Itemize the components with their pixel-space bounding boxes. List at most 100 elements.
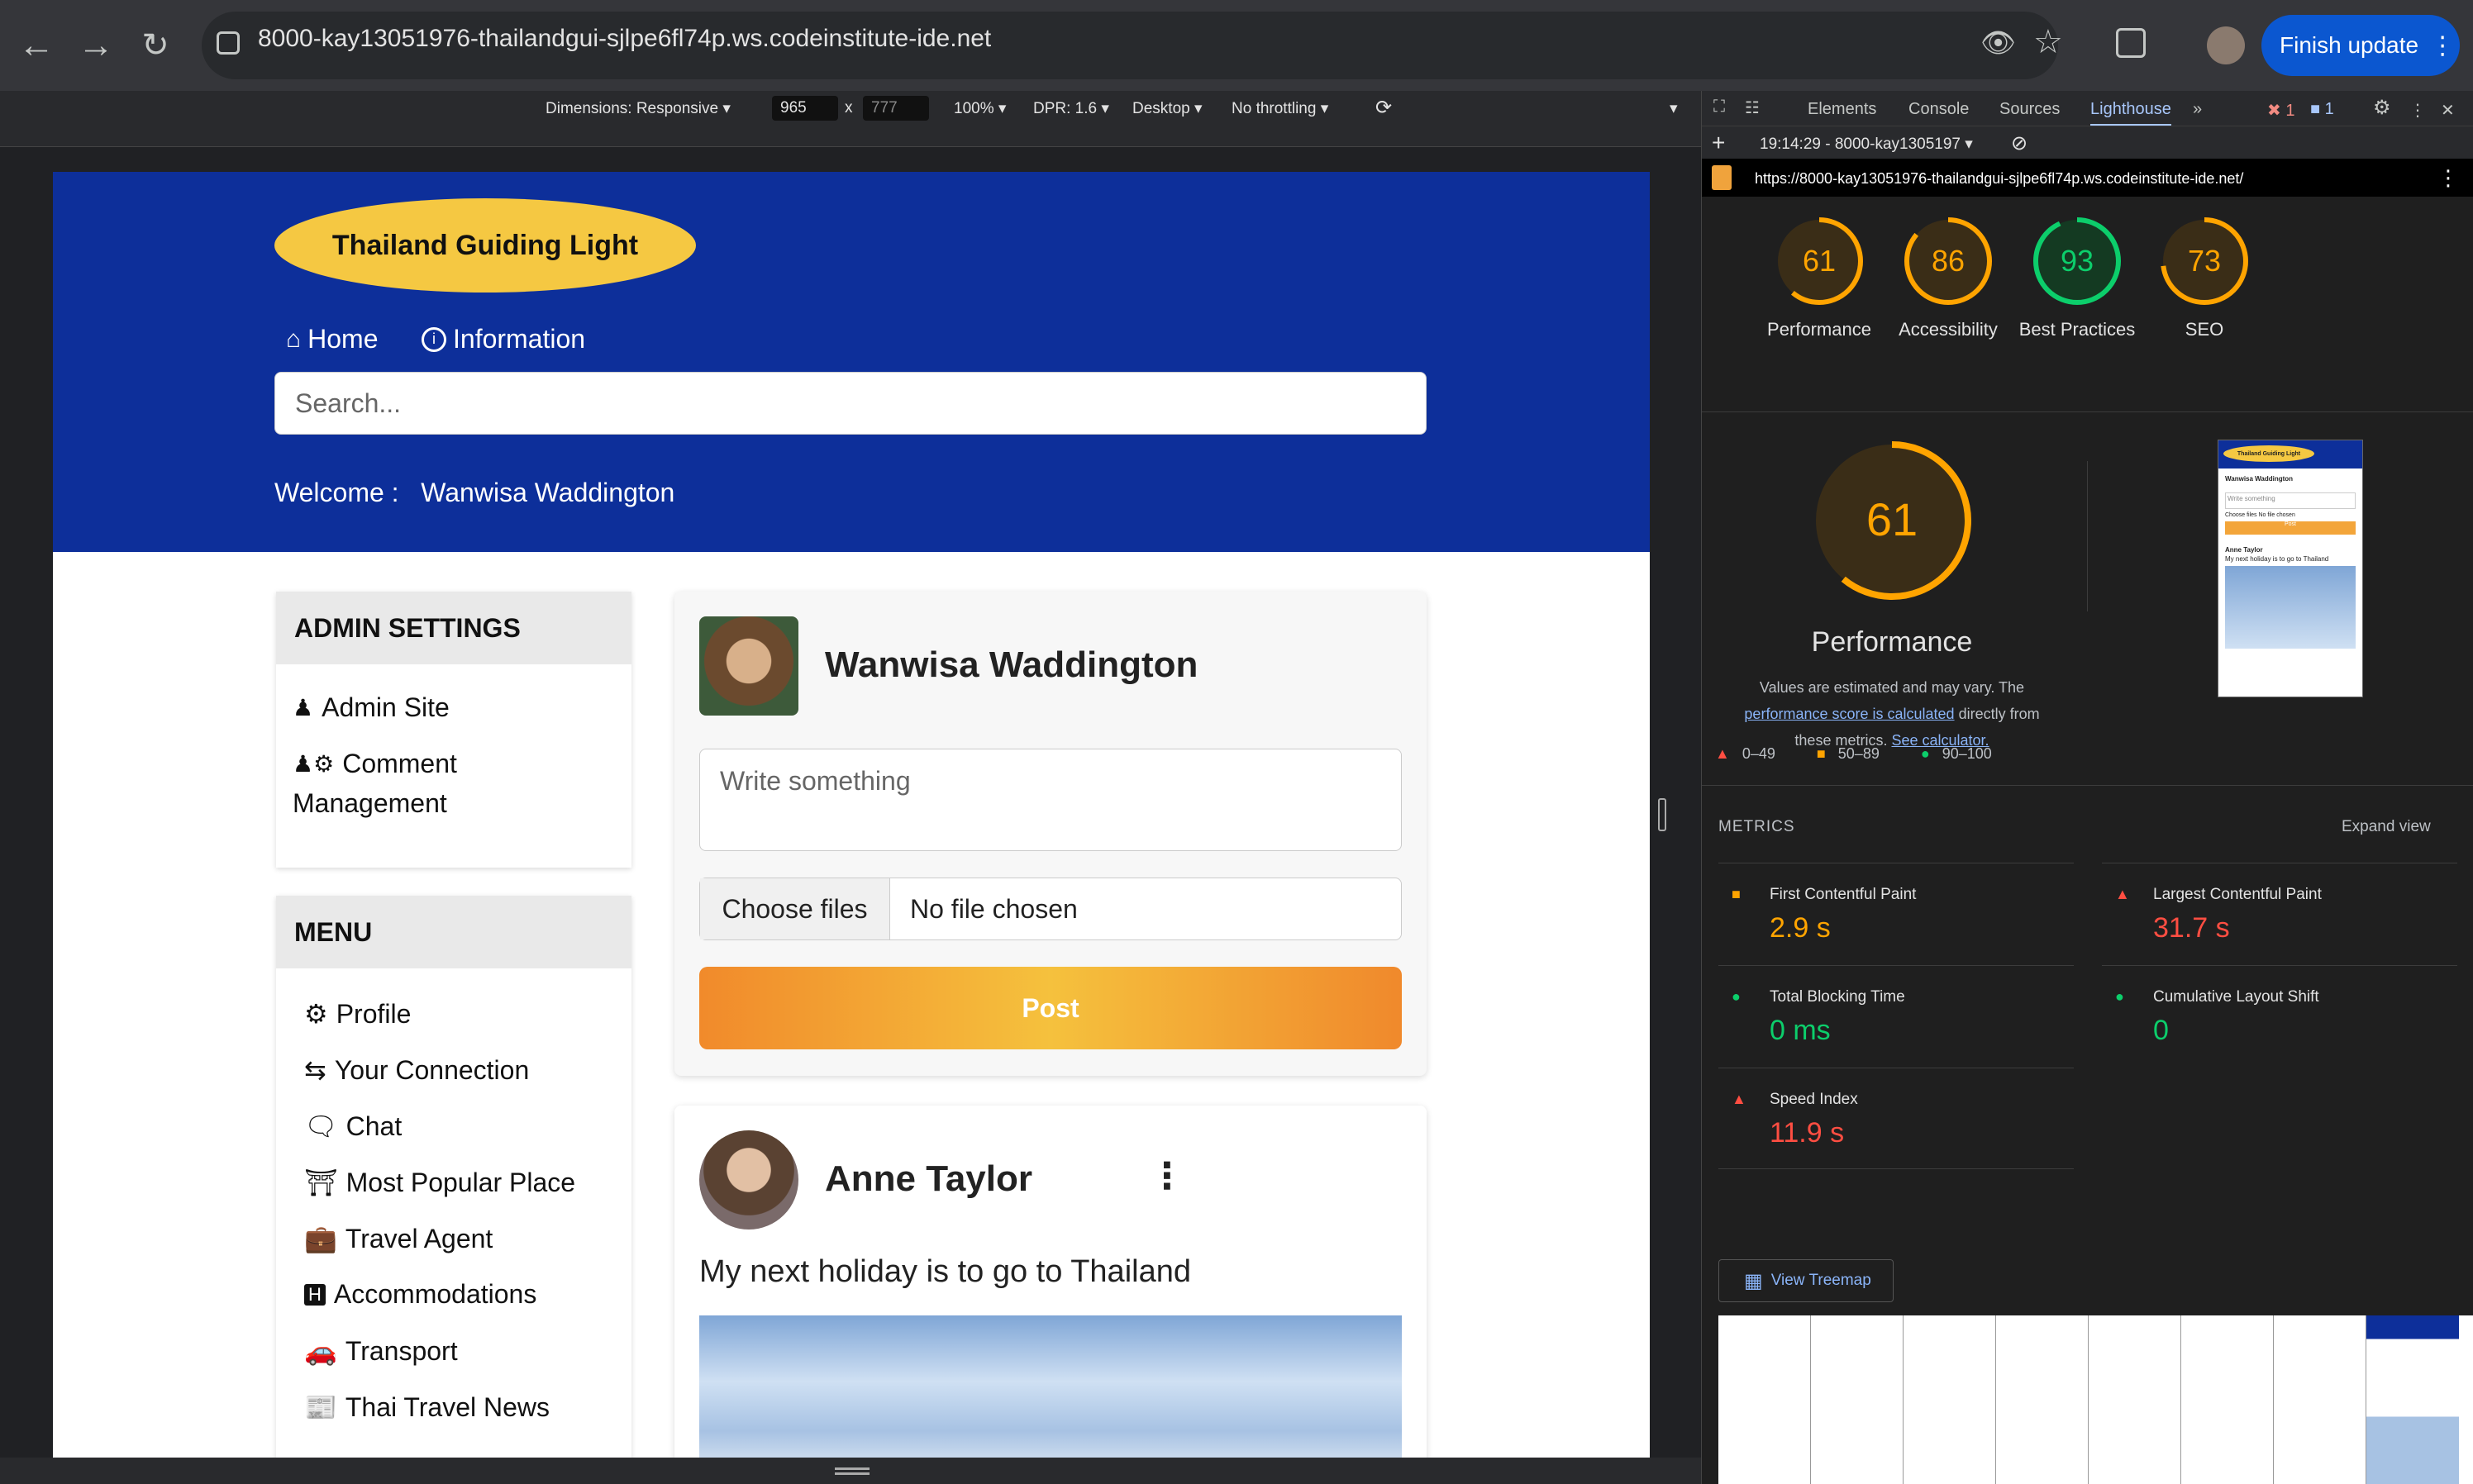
devtools-tabs: ⛶ ☷ Elements Console Sources Lighthouse … [1702, 91, 2473, 126]
throttle-select[interactable]: No throttling ▾ [1232, 99, 1328, 118]
close-devtools-icon[interactable]: ✕ [2441, 100, 2455, 121]
settings-icon[interactable]: ⚙ [2373, 96, 2391, 120]
lighthouse-url[interactable]: https://8000-kay13051976-thailandgui-sjl… [1755, 170, 2243, 188]
home-icon: ⌂ [286, 325, 302, 353]
menu-item-label: Thai Travel News [345, 1391, 550, 1422]
file-input[interactable]: Choose files No file chosen [699, 878, 1402, 940]
height-value: 777 [871, 99, 898, 117]
post-textarea[interactable]: Write something [699, 749, 1402, 851]
legend-fail-label: 0–49 [1742, 745, 1775, 762]
zoom-select[interactable]: 100% ▾ [954, 99, 1006, 118]
rotate-icon[interactable]: ⟳ [1375, 96, 1392, 120]
extensions-icon[interactable] [2116, 28, 2146, 58]
menu-item-travel-agent[interactable]: 💼 Travel Agent [304, 1223, 493, 1254]
more-tabs-icon[interactable]: » [2193, 100, 2202, 119]
nav-home[interactable]: ⌂ Home [286, 324, 378, 354]
height-input[interactable]: 777 [863, 96, 929, 121]
site-info-icon[interactable] [217, 31, 240, 55]
report-select[interactable]: 19:14:29 - 8000-kay1305197 ▾ [1760, 135, 1973, 154]
message-count[interactable]: ■ 1 [2310, 100, 2334, 119]
people-arrows-icon: ⇆ [304, 1055, 326, 1085]
width-input[interactable]: 965 [772, 96, 838, 121]
device-more-icon[interactable]: ▾ [1670, 99, 1678, 118]
page-screenshot-thumbnail[interactable]: Thailand Guiding Light Wanwisa Waddingto… [2218, 440, 2363, 697]
browser-toolbar: ← → ↻ 8000-kay13051976-thailandgui-sjlpe… [0, 0, 2473, 91]
menu-item-profile[interactable]: ⚙ Profile [304, 998, 411, 1030]
menu-item-news[interactable]: 📰 Thai Travel News [304, 1391, 550, 1423]
post-text: My next holiday is to go to Thailand [699, 1254, 1191, 1289]
device-mode-select[interactable]: Desktop ▾ [1132, 99, 1203, 118]
metric-status-icon: ● [1732, 988, 1741, 1005]
tab-console[interactable]: Console [1908, 100, 1969, 119]
post-avatar[interactable] [699, 1130, 798, 1230]
profile-avatar[interactable] [2207, 26, 2245, 64]
clear-icon[interactable]: ⊘ [2011, 131, 2027, 155]
site-header: Thailand Guiding Light ⌂ Home i Informat… [53, 172, 1650, 552]
viewport-side-handle[interactable] [1658, 798, 1666, 831]
site-logo[interactable]: Thailand Guiding Light [274, 198, 696, 293]
thumb-post: Post [2225, 521, 2356, 535]
big-score: 61 [1866, 493, 1918, 545]
post-options-icon[interactable]: ⋮ [1149, 1155, 1185, 1197]
tab-sources[interactable]: Sources [1999, 100, 2060, 119]
filmstrip [1718, 1315, 2473, 1484]
gauge-ring: 73 [2161, 217, 2248, 305]
device-toolbar: Dimensions: Responsive ▾ 965 x 777 100% … [0, 91, 1701, 126]
menu-item-label: Most Popular Place [345, 1167, 576, 1197]
menu-item-chat[interactable]: 🗨 Chat [304, 1111, 402, 1142]
reload-icon[interactable]: ↻ [131, 21, 180, 70]
score-calculated-link[interactable]: performance score is calculated [1744, 706, 1954, 722]
choose-files-button[interactable]: Choose files [700, 878, 890, 939]
view-treemap-button[interactable]: ▦ View Treemap [1718, 1259, 1894, 1302]
dimensions-select[interactable]: Dimensions: Responsive ▾ [546, 99, 731, 118]
post-button[interactable]: Post [699, 967, 1402, 1049]
thumb-user: Wanwisa Waddington [2225, 475, 2294, 483]
lighthouse-more-icon[interactable]: ⋮ [2437, 165, 2459, 191]
eye-off-icon[interactable]: 👁 [1980, 26, 2017, 63]
error-count[interactable]: ✖ 1 [2267, 100, 2294, 121]
viewport-resize-bar[interactable] [0, 1458, 1701, 1484]
device-toggle-icon[interactable]: ☷ [1745, 98, 1760, 118]
star-icon[interactable]: ☆ [2033, 23, 2063, 61]
devtools-more-icon[interactable]: ⋮ [2409, 100, 2426, 121]
width-value: 965 [780, 99, 807, 117]
user-tie-icon: ♟ [293, 695, 314, 721]
admin-site-link[interactable]: ♟ Admin Site [293, 692, 450, 723]
back-icon[interactable]: ← [12, 21, 61, 70]
info-icon: i [422, 326, 446, 352]
url-text[interactable]: 8000-kay13051976-thailandgui-sjlpe6fl74p… [258, 25, 991, 53]
post-image[interactable] [699, 1315, 1402, 1458]
expand-view-toggle[interactable]: Expand view [2342, 818, 2431, 836]
menu-title: MENU [276, 896, 631, 968]
no-file-text: No file chosen [910, 893, 1078, 924]
management-label[interactable]: Management [293, 788, 447, 819]
menu-item-connection[interactable]: ⇆ Your Connection [304, 1054, 529, 1086]
score-legend: ▲ 0–49 ■ 50–89 ● 90–100 [1715, 745, 1992, 763]
metric-largest-contentful-paint: ▲ Largest Contentful Paint 31.7 s [2102, 863, 2457, 963]
more-vert-icon: ⋮ [2430, 31, 2456, 59]
gauge-score: 61 [1803, 244, 1836, 278]
inspect-icon[interactable]: ⛶ [1713, 98, 1725, 117]
new-report-icon[interactable]: + [1712, 130, 1725, 156]
gauge-label: Accessibility [1899, 319, 1998, 340]
tab-lighthouse[interactable]: Lighthouse [2090, 100, 2171, 126]
metric-value: 11.9 s [1770, 1117, 1845, 1149]
metric-status-icon: ● [2115, 988, 2124, 1005]
score-gauge-seo[interactable]: 73 SEO [2160, 216, 2279, 343]
post-card: Anne Taylor ⋮ My next holiday is to go t… [674, 1106, 1427, 1458]
menu-item-popular-place[interactable]: ⛩ Most Popular Place [304, 1167, 575, 1198]
finish-update-button[interactable]: Finish update ⋮ [2261, 15, 2460, 76]
post-username[interactable]: Anne Taylor [825, 1158, 1032, 1200]
nav-information[interactable]: i Information [422, 324, 585, 354]
user-gear-icon: ♟⚙ [293, 751, 335, 777]
temple-icon: ⛩ [304, 1168, 338, 1197]
menu-item-accommodations[interactable]: H Accommodations [304, 1279, 536, 1310]
comment-management-link[interactable]: ♟⚙ Comment [293, 749, 457, 779]
forward-icon[interactable]: → [71, 21, 121, 70]
dpr-select[interactable]: DPR: 1.6 ▾ [1033, 99, 1109, 118]
tab-elements[interactable]: Elements [1808, 100, 1876, 119]
metric-value: 2.9 s [1770, 912, 1831, 944]
dimensions-label: Dimensions: Responsive [546, 100, 719, 117]
search-input[interactable]: Search... [274, 372, 1427, 435]
menu-item-transport[interactable]: 🚗 Transport [304, 1335, 458, 1367]
